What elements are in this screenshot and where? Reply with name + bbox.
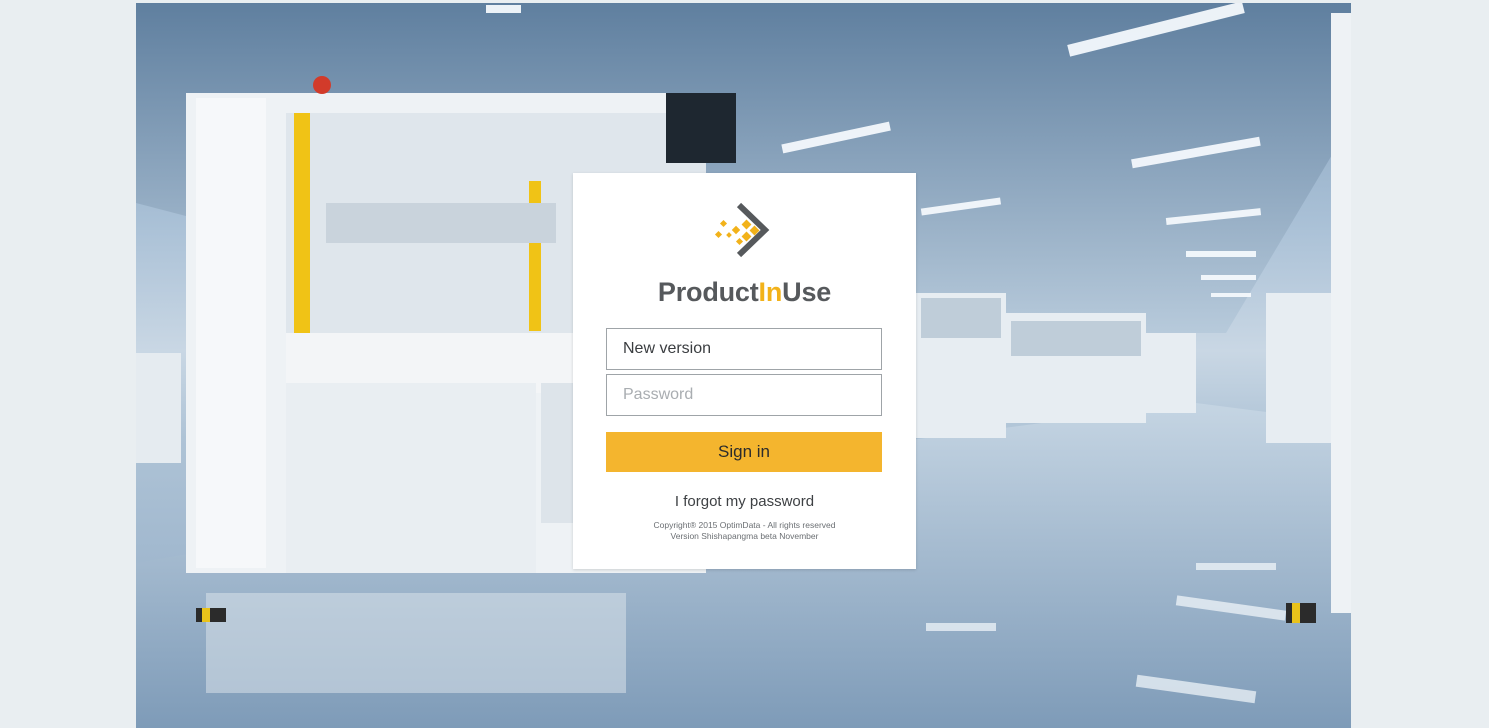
copyright-line: Copyright® 2015 OptimData - All rights r… [653,520,836,530]
version-line: Version Shishapangma beta November [670,531,819,541]
login-page: ProductInUse Sign in I forgot my passwor… [0,0,1489,728]
brand-name: ProductInUse [573,277,916,308]
username-input[interactable] [606,328,882,370]
password-input[interactable] [606,374,882,416]
brand-name-suffix: Use [782,277,832,307]
brand-name-prefix: Product [657,277,759,307]
forgot-password-link[interactable]: I forgot my password [573,493,916,510]
brand-name-accent: In [758,277,783,307]
login-card: ProductInUse Sign in I forgot my passwor… [573,173,916,569]
sign-in-button[interactable]: Sign in [606,432,882,472]
copyright-notice: Copyright® 2015 OptimData - All rights r… [573,520,916,542]
productinuse-logo-icon [714,202,770,258]
